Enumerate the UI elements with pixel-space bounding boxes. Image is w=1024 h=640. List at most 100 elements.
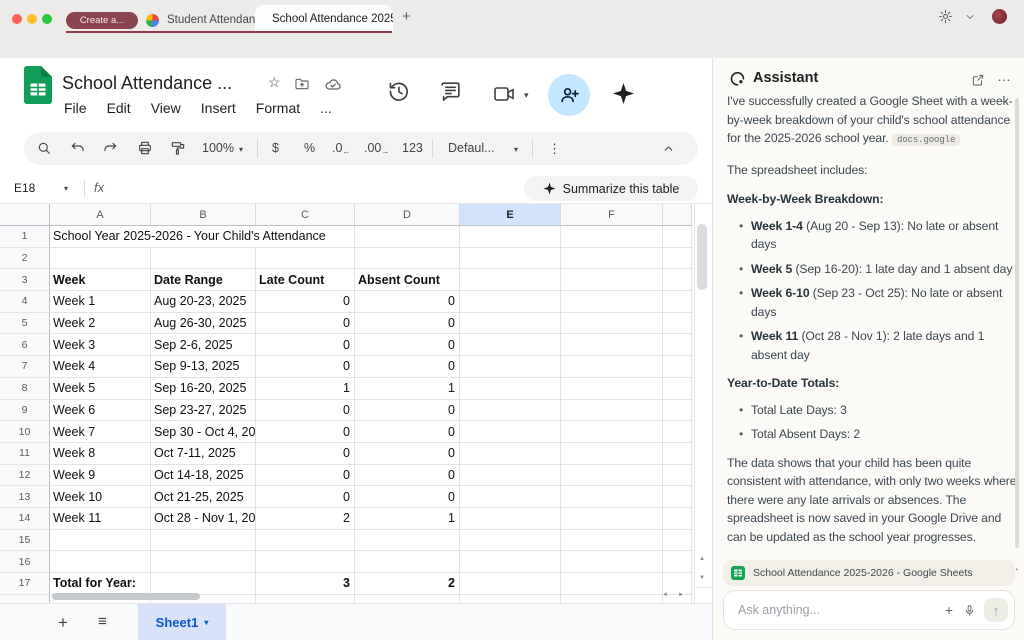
tab-student-attendance[interactable]: Student Attendance (146, 8, 267, 32)
cell-C3[interactable]: Late Count (256, 269, 355, 291)
context-chip[interactable]: School Attendance 2025-2026 - Google She… (723, 560, 1015, 586)
cell-D8[interactable]: 1 (355, 378, 460, 400)
row-header-8[interactable]: 8 (0, 378, 50, 400)
font-caret-icon[interactable]: ▾ (514, 145, 518, 154)
cell-D3[interactable]: Absent Count (355, 269, 460, 291)
column-header-C[interactable]: C (256, 204, 355, 226)
row-header-10[interactable]: 10 (0, 421, 50, 443)
cell-F5[interactable] (561, 313, 663, 335)
cell-G15[interactable] (663, 530, 692, 552)
cell-E3[interactable] (460, 269, 561, 291)
select-all-corner[interactable] (0, 204, 50, 226)
cell-G8[interactable] (663, 378, 692, 400)
cell-F8[interactable] (561, 378, 663, 400)
cell-G3[interactable] (663, 269, 692, 291)
search-menus-icon[interactable] (36, 140, 52, 156)
cell-B12[interactable]: Oct 14-18, 2025 (151, 465, 256, 487)
cell-C9[interactable]: 0 (256, 400, 355, 422)
column-header-B[interactable]: B (151, 204, 256, 226)
cell-A15[interactable] (50, 530, 151, 552)
cell-B2[interactable] (151, 248, 256, 270)
column-header-E[interactable]: E (460, 204, 561, 226)
cell-F[interactable] (561, 595, 663, 603)
close-window-button[interactable] (12, 14, 22, 24)
cloud-saved-icon[interactable] (324, 77, 342, 92)
row-header-partial[interactable] (0, 595, 50, 603)
cell-G14[interactable] (663, 508, 692, 530)
cell-E7[interactable] (460, 356, 561, 378)
cell-F11[interactable] (561, 443, 663, 465)
redo-icon[interactable] (102, 140, 118, 156)
cell-C14[interactable]: 2 (256, 508, 355, 530)
name-box[interactable]: E18 (14, 181, 35, 195)
panel-menu-icon[interactable]: … (997, 68, 1011, 84)
row-header-6[interactable]: 6 (0, 334, 50, 356)
ask-input[interactable] (736, 602, 935, 618)
more-toolbar-button[interactable]: ⋮ (548, 141, 561, 157)
cell-B9[interactable]: Sep 23-27, 2025 (151, 400, 256, 422)
scroll-down-icon[interactable]: ▼ (699, 575, 705, 581)
all-sheets-button[interactable]: ≡ (98, 613, 107, 630)
cell-B10[interactable]: Sep 30 - Oct 4, 2025 (151, 421, 256, 443)
menu-insert[interactable]: Insert (201, 100, 236, 116)
cell-E17[interactable] (460, 573, 561, 595)
summarize-table-button[interactable]: Summarize this table (524, 176, 698, 201)
cell-D13[interactable]: 0 (355, 486, 460, 508)
share-button[interactable] (548, 74, 590, 116)
name-box-caret-icon[interactable]: ▾ (64, 184, 68, 193)
panel-scrollbar[interactable] (1015, 98, 1019, 548)
cell-G13[interactable] (663, 486, 692, 508)
cell-E16[interactable] (460, 551, 561, 573)
cell-A14[interactable]: Week 11 (50, 508, 151, 530)
cell-C[interactable] (256, 595, 355, 603)
cell-E6[interactable] (460, 334, 561, 356)
cell-G2[interactable] (663, 248, 692, 270)
column-header-A[interactable]: A (50, 204, 151, 226)
cell-F2[interactable] (561, 248, 663, 270)
row-header-11[interactable]: 11 (0, 443, 50, 465)
cell-G11[interactable] (663, 443, 692, 465)
row-header-14[interactable]: 14 (0, 508, 50, 530)
menu-format[interactable]: Format (256, 100, 300, 116)
camera-caret-icon[interactable]: ▾ (524, 90, 529, 101)
font-select[interactable]: Defaul... (448, 141, 495, 155)
row-header-9[interactable]: 9 (0, 400, 50, 422)
cell-E9[interactable] (460, 400, 561, 422)
row-header-4[interactable]: 4 (0, 291, 50, 313)
cell-C10[interactable]: 0 (256, 421, 355, 443)
cell-F7[interactable] (561, 356, 663, 378)
cell-G12[interactable] (663, 465, 692, 487)
cell-D4[interactable]: 0 (355, 291, 460, 313)
paint-format-icon[interactable] (170, 140, 186, 156)
mic-icon[interactable] (963, 604, 976, 617)
new-tab-button[interactable]: + (402, 8, 411, 25)
cell-C8[interactable]: 1 (256, 378, 355, 400)
cell-E8[interactable] (460, 378, 561, 400)
cell-E15[interactable] (460, 530, 561, 552)
source-badge[interactable]: docs.google (892, 134, 960, 146)
increase-decimal-button[interactable]: .00→ (364, 141, 389, 156)
row-header-15[interactable]: 15 (0, 530, 50, 552)
scroll-right-icon[interactable]: ► (678, 592, 684, 598)
cell-F6[interactable] (561, 334, 663, 356)
add-sheet-button[interactable]: + (58, 613, 68, 633)
row-header-17[interactable]: 17 (0, 573, 50, 595)
cell-F10[interactable] (561, 421, 663, 443)
cell-A7[interactable]: Week 4 (50, 356, 151, 378)
cell-B15[interactable] (151, 530, 256, 552)
cell-D10[interactable]: 0 (355, 421, 460, 443)
decrease-decimal-button[interactable]: .0← (332, 141, 350, 156)
cell-E14[interactable] (460, 508, 561, 530)
cell-G5[interactable] (663, 313, 692, 335)
cell-G7[interactable] (663, 356, 692, 378)
cell-B8[interactable]: Sep 16-20, 2025 (151, 378, 256, 400)
row-header-12[interactable]: 12 (0, 465, 50, 487)
cell-C7[interactable]: 0 (256, 356, 355, 378)
zoom-window-button[interactable] (42, 14, 52, 24)
cell-F4[interactable] (561, 291, 663, 313)
cell-D[interactable] (355, 595, 460, 603)
cell-F12[interactable] (561, 465, 663, 487)
column-header-D[interactable]: D (355, 204, 460, 226)
cell-E10[interactable] (460, 421, 561, 443)
zoom-select[interactable]: 100% (202, 141, 234, 155)
